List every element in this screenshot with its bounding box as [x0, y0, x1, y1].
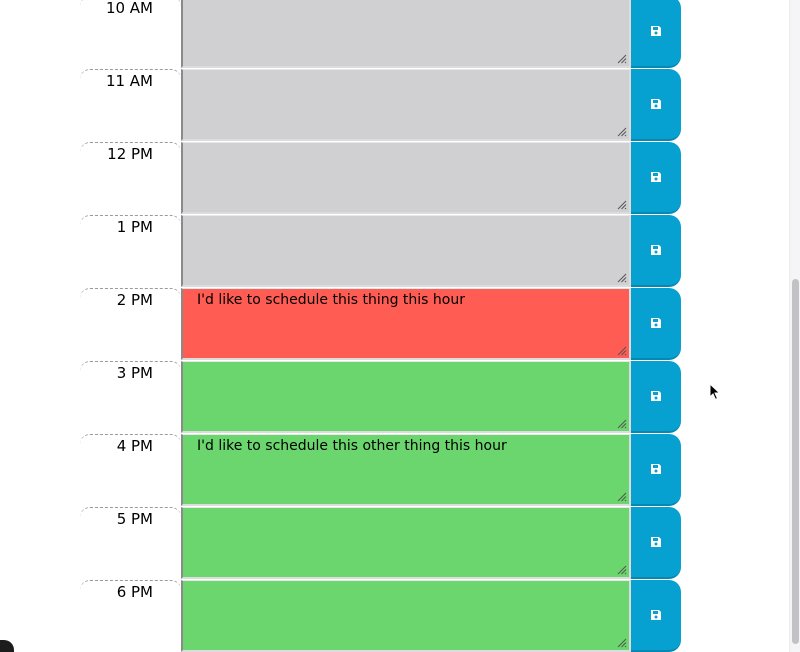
hour-cell: 10 AM	[80, 0, 181, 69]
hour-label: 2 PM	[116, 291, 153, 309]
description-textarea[interactable]	[181, 215, 631, 287]
description-textarea[interactable]: I'd like to schedule this thing this hou…	[181, 288, 631, 360]
time-block-row: 1 PM	[80, 215, 682, 288]
description-textarea[interactable]	[181, 142, 631, 214]
hour-cell: 1 PM	[80, 215, 181, 288]
hour-cell: 11 AM	[80, 69, 181, 142]
floppy-disk-icon	[651, 172, 661, 182]
hour-cell: 5 PM	[80, 507, 181, 580]
time-block-row: 3 PM	[80, 361, 682, 434]
description-wrapper	[181, 361, 631, 434]
hour-label: 4 PM	[116, 437, 153, 455]
save-button[interactable]	[631, 215, 681, 287]
hour-label: 1 PM	[116, 218, 153, 236]
description-wrapper: I'd like to schedule this other thing th…	[181, 434, 631, 507]
time-block-row: 2 PM I'd like to schedule this thing thi…	[80, 288, 682, 361]
hour-cell: 12 PM	[80, 142, 181, 215]
save-button[interactable]	[631, 288, 681, 360]
description-textarea[interactable]	[181, 69, 631, 141]
description-textarea[interactable]	[181, 580, 631, 652]
save-button[interactable]	[631, 434, 681, 506]
hour-cell: 3 PM	[80, 361, 181, 434]
floppy-disk-icon	[651, 464, 661, 474]
scrollbar-thumb[interactable]	[792, 279, 799, 644]
time-block-row: 5 PM	[80, 507, 682, 580]
description-textarea[interactable]	[181, 0, 631, 68]
save-button[interactable]	[631, 507, 681, 579]
hour-cell: 2 PM	[80, 288, 181, 361]
time-block-container: 10 AM 11 AM 12 PM 1 PM 2 PM I'd like to …	[80, 0, 682, 652]
description-wrapper	[181, 69, 631, 142]
hour-label: 6 PM	[116, 583, 153, 601]
day-planner-page: 10 AM 11 AM 12 PM 1 PM 2 PM I'd like to …	[0, 0, 790, 652]
hour-label: 10 AM	[105, 0, 153, 17]
floppy-disk-icon	[651, 99, 661, 109]
save-button[interactable]	[631, 142, 681, 214]
hour-label: 11 AM	[105, 72, 153, 90]
hour-label: 12 PM	[107, 145, 153, 163]
description-wrapper	[181, 580, 631, 652]
time-block-row: 6 PM	[80, 580, 682, 652]
time-block-row: 10 AM	[80, 0, 682, 69]
hour-label: 3 PM	[116, 364, 153, 382]
description-wrapper: I'd like to schedule this thing this hou…	[181, 288, 631, 361]
floppy-disk-icon	[651, 537, 661, 547]
description-wrapper	[181, 142, 631, 215]
save-button[interactable]	[631, 580, 681, 652]
time-block-row: 12 PM	[80, 142, 682, 215]
time-block-row: 11 AM	[80, 69, 682, 142]
description-textarea[interactable]	[181, 507, 631, 579]
description-wrapper	[181, 507, 631, 580]
vertical-scrollbar[interactable]	[789, 0, 800, 652]
save-button[interactable]	[631, 69, 681, 141]
floppy-disk-icon	[651, 391, 661, 401]
floppy-disk-icon	[651, 610, 661, 620]
hour-cell: 4 PM	[80, 434, 181, 507]
floppy-disk-icon	[651, 26, 661, 36]
hour-label: 5 PM	[116, 510, 153, 528]
description-textarea[interactable]: I'd like to schedule this other thing th…	[181, 434, 631, 506]
floppy-disk-icon	[651, 318, 661, 328]
time-block-row: 4 PM I'd like to schedule this other thi…	[80, 434, 682, 507]
save-button[interactable]	[631, 361, 681, 433]
save-button[interactable]	[631, 0, 681, 68]
browser-viewport: 10 AM 11 AM 12 PM 1 PM 2 PM I'd like to …	[0, 0, 800, 652]
floppy-disk-icon	[651, 245, 661, 255]
hour-cell: 6 PM	[80, 580, 181, 652]
description-textarea[interactable]	[181, 361, 631, 433]
description-wrapper	[181, 0, 631, 69]
description-wrapper	[181, 215, 631, 288]
mouse-pointer-icon	[709, 383, 721, 401]
